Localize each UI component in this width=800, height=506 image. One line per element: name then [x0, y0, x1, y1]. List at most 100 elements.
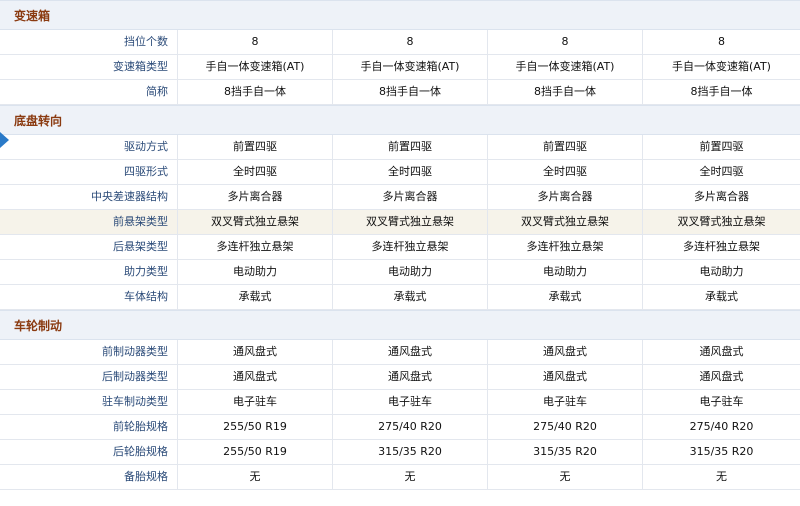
row-label: 简称 [0, 80, 178, 104]
row-label: 前轮胎规格 [0, 415, 178, 439]
table-cell: 全时四驱 [333, 160, 488, 184]
table-cell: 通风盘式 [488, 340, 643, 364]
table-cell: 通风盘式 [333, 365, 488, 389]
table-cell: 承载式 [705, 290, 738, 303]
section-header: 底盘转向 [0, 105, 800, 135]
row-label: 中央差速器结构 [0, 185, 178, 209]
table-row: 后悬架类型 多连杆独立悬架 多连杆独立悬架 多连杆独立悬架 多连杆独立悬架 [0, 235, 800, 260]
table-cell: 315/35 R20 [333, 440, 488, 464]
row-label: 前悬架类型 [0, 210, 178, 234]
table-row: 四驱形式 全时四驱 全时四驱 全时四驱 全时四驱 [0, 160, 800, 185]
table-cell: 手自一体变速箱(AT) [178, 55, 333, 79]
table-cell: 通风盘式 [488, 365, 643, 389]
spec-table: 变速箱 挡位个数 8 8 8 8 变速箱类型 手自一体变速箱(AT) 手自一体变速箱(AT) 手自… [0, 0, 800, 490]
table-cell: 电子驻车 [699, 395, 744, 408]
table-cell: 多连杆独立悬架 [683, 240, 760, 253]
table-cell: 电子驻车 [488, 390, 643, 414]
table-row: 挡位个数 8 8 8 8 [0, 30, 800, 55]
table-row: 车体结构 承载式 承载式 承载式 承载式 [0, 285, 800, 310]
table-cell: 手自一体变速箱(AT) [672, 60, 771, 73]
table-cell: 无 [333, 465, 488, 489]
table-cell: 双叉臂式独立悬架 [333, 210, 488, 234]
table-cell: 多连杆独立悬架 [488, 235, 643, 259]
table-cell: 手自一体变速箱(AT) [488, 55, 643, 79]
table-cell: 通风盘式 [699, 370, 744, 383]
row-label: 备胎规格 [0, 465, 178, 489]
table-cell: 8 [178, 30, 333, 54]
table-cell: 双叉臂式独立悬架 [677, 215, 766, 228]
table-row: 简称 8挡手自一体 8挡手自一体 8挡手自一体 8挡手自一体 [0, 80, 800, 105]
table-cell: 承载式 [488, 285, 643, 309]
row-label: 挡位个数 [0, 30, 178, 54]
table-cell: 275/40 R20 [333, 415, 488, 439]
table-row: 后制动器类型 通风盘式 通风盘式 通风盘式 通风盘式 [0, 365, 800, 390]
table-cell: 前置四驱 [488, 135, 643, 159]
table-cell: 无 [178, 465, 333, 489]
row-label: 变速箱类型 [0, 55, 178, 79]
table-cell: 8挡手自一体 [488, 80, 643, 104]
table-row: 后轮胎规格 255/50 R19 315/35 R20 315/35 R20 315/3… [0, 440, 800, 465]
row-label: 驻车制动类型 [0, 390, 178, 414]
section-title: 变速箱 [14, 9, 51, 23]
section-title: 车轮制动 [14, 319, 63, 333]
table-cell: 前置四驱 [699, 140, 744, 153]
table-cell: 315/35 R20 [488, 440, 643, 464]
table-cell: 275/40 R20 [488, 415, 643, 439]
table-cell: 承载式 [178, 285, 333, 309]
table-row: 驻车制动类型 电子驻车 电子驻车 电子驻车 电子驻车 [0, 390, 800, 415]
table-cell: 全时四驱 [178, 160, 333, 184]
table-row: 变速箱类型 手自一体变速箱(AT) 手自一体变速箱(AT) 手自一体变速箱(AT) 手自… [0, 55, 800, 80]
table-cell: 全时四驱 [699, 165, 744, 178]
table-cell: 8挡手自一体 [333, 80, 488, 104]
row-label: 四驱形式 [0, 160, 178, 184]
table-cell: 电动助力 [178, 260, 333, 284]
table-cell: 多连杆独立悬架 [333, 235, 488, 259]
table-cell: 多连杆独立悬架 [178, 235, 333, 259]
table-cell: 电子驻车 [178, 390, 333, 414]
table-cell: 多片离合器 [178, 185, 333, 209]
table-cell: 通风盘式 [333, 340, 488, 364]
table-cell: 电子驻车 [333, 390, 488, 414]
table-cell: 255/50 R19 [178, 440, 333, 464]
table-row: 前制动器类型 通风盘式 通风盘式 通风盘式 通风盘式 [0, 340, 800, 365]
table-cell: 承载式 [333, 285, 488, 309]
row-label: 驱动方式 [0, 135, 178, 159]
table-cell: 电动助力 [488, 260, 643, 284]
table-cell: 8 [488, 30, 643, 54]
table-cell: 255/50 R19 [178, 415, 333, 439]
table-cell: 双叉臂式独立悬架 [488, 210, 643, 234]
table-cell: 前置四驱 [333, 135, 488, 159]
table-cell: 电动助力 [699, 265, 744, 278]
table-cell: 双叉臂式独立悬架 [178, 210, 333, 234]
row-label: 助力类型 [0, 260, 178, 284]
row-label: 后悬架类型 [0, 235, 178, 259]
table-row: 驱动方式 前置四驱 前置四驱 前置四驱 前置四驱 [0, 135, 800, 160]
table-row: 前轮胎规格 255/50 R19 275/40 R20 275/40 R20 275/4… [0, 415, 800, 440]
table-cell: 电动助力 [333, 260, 488, 284]
table-cell: 8挡手自一体 [690, 85, 753, 98]
table-cell: 前置四驱 [178, 135, 333, 159]
table-cell: 通风盘式 [178, 365, 333, 389]
table-row: 助力类型 电动助力 电动助力 电动助力 电动助力 [0, 260, 800, 285]
table-cell: 275/40 R20 [689, 420, 754, 433]
table-cell: 无 [488, 465, 643, 489]
row-label: 后轮胎规格 [0, 440, 178, 464]
table-cell: 多片离合器 [488, 185, 643, 209]
row-label: 前制动器类型 [0, 340, 178, 364]
table-row: 中央差速器结构 多片离合器 多片离合器 多片离合器 多片离合器 [0, 185, 800, 210]
table-row: 前悬架类型 双叉臂式独立悬架 双叉臂式独立悬架 双叉臂式独立悬架 双叉臂式独立悬架 [0, 210, 800, 235]
table-cell: 8 [333, 30, 488, 54]
table-cell: 多片离合器 [694, 190, 749, 203]
row-label: 后制动器类型 [0, 365, 178, 389]
table-cell: 手自一体变速箱(AT) [333, 55, 488, 79]
row-label: 车体结构 [0, 285, 178, 309]
table-cell: 315/35 R20 [689, 445, 754, 458]
table-cell: 通风盘式 [178, 340, 333, 364]
table-cell: 通风盘式 [699, 345, 744, 358]
section-header: 变速箱 [0, 0, 800, 30]
table-cell: 多片离合器 [333, 185, 488, 209]
table-cell: 8 [718, 35, 725, 48]
triangle-right-icon [0, 132, 9, 148]
section-title: 底盘转向 [14, 114, 63, 128]
table-cell: 8挡手自一体 [178, 80, 333, 104]
